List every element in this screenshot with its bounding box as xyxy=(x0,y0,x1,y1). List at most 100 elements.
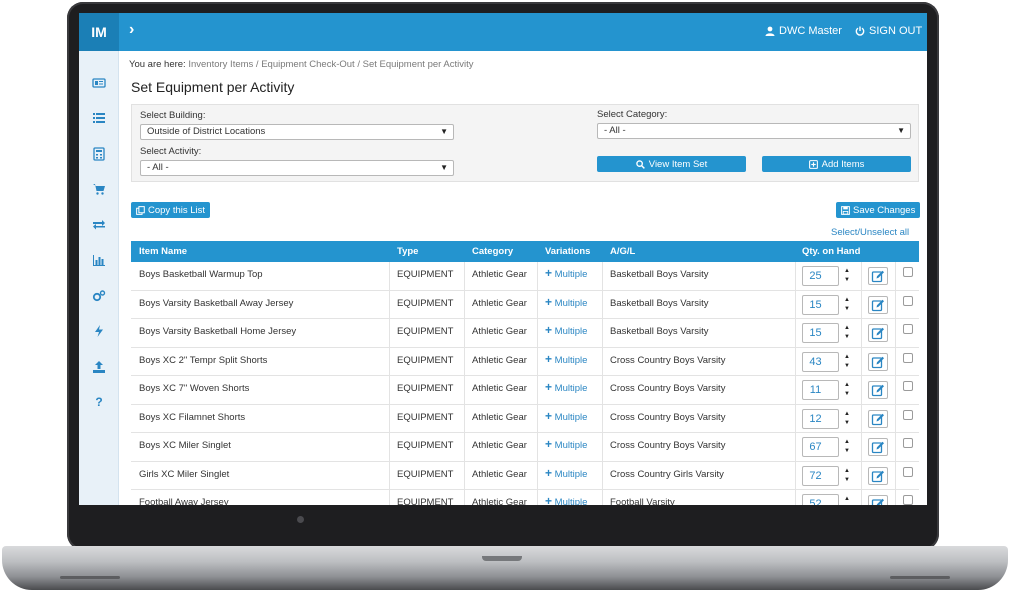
item-name: Boys XC 7" Woven Shorts xyxy=(139,383,250,394)
variations-link[interactable]: + Multiple xyxy=(545,266,587,280)
item-agl: Basketball Boys Varsity xyxy=(610,326,709,337)
column-divider xyxy=(861,376,862,404)
qty-input[interactable]: 15 xyxy=(802,294,839,315)
user-menu[interactable]: DWC Master xyxy=(765,25,842,37)
variations-link[interactable]: + Multiple xyxy=(545,410,587,423)
row-checkbox[interactable] xyxy=(903,438,913,448)
variations-link[interactable]: + Multiple xyxy=(545,438,588,451)
edit-button[interactable] xyxy=(868,466,888,485)
edit-icon xyxy=(871,441,884,454)
select-unselect-all-link[interactable]: Select/Unselect all xyxy=(831,227,909,238)
edit-button[interactable] xyxy=(868,381,888,399)
qty-input[interactable]: 25 xyxy=(802,266,839,286)
item-category: Athletic Gear xyxy=(472,269,527,280)
column-divider xyxy=(895,433,896,461)
edit-button[interactable] xyxy=(868,409,888,428)
header-variations: Variations xyxy=(545,246,591,257)
brand-logo[interactable]: IM xyxy=(79,13,119,51)
row-checkbox[interactable] xyxy=(903,295,913,306)
header-agl: A/G/L xyxy=(610,246,636,257)
qty-stepper[interactable]: ▲▼ xyxy=(842,324,852,342)
column-divider xyxy=(602,262,603,290)
qty-stepper[interactable]: ▲▼ xyxy=(842,353,852,371)
qty-input[interactable]: 72 xyxy=(802,465,839,486)
variations-link[interactable]: + Multiple xyxy=(545,324,587,337)
main-content: You are here: Inventory Items / Equipmen… xyxy=(120,51,927,505)
qty-input[interactable]: 67 xyxy=(802,437,839,457)
variations-link[interactable]: + Multiple xyxy=(545,381,587,394)
qty-stepper[interactable]: ▲▼ xyxy=(842,296,852,314)
qty-input[interactable]: 12 xyxy=(802,408,839,429)
add-items-button[interactable]: Add Items xyxy=(762,156,911,172)
copy-list-button[interactable]: Copy this List xyxy=(131,202,211,218)
breadcrumb-item-inventory[interactable]: Inventory Items xyxy=(188,59,253,70)
row-checkbox[interactable] xyxy=(903,409,913,420)
edit-icon xyxy=(871,299,884,311)
laptop-notch xyxy=(482,556,522,561)
qty-stepper[interactable]: ▲▼ xyxy=(842,267,852,285)
sidebar-toggle-icon[interactable]: › xyxy=(129,21,134,39)
edit-button[interactable] xyxy=(868,295,888,314)
category-select[interactable]: - All - ▼ xyxy=(597,123,911,139)
column-divider xyxy=(537,347,538,375)
variations-link[interactable]: + Multiple xyxy=(545,495,587,505)
sidebar-item-upload-icon[interactable] xyxy=(91,359,107,375)
edit-button[interactable] xyxy=(868,495,888,505)
breadcrumb-item-checkout[interactable]: Equipment Check-Out xyxy=(261,59,354,70)
edit-button[interactable] xyxy=(868,267,888,285)
laptop-foot-left xyxy=(60,576,120,579)
qty-input[interactable]: 15 xyxy=(802,323,839,343)
copy-icon xyxy=(136,205,145,215)
item-name: Boys Varsity Basketball Away Jersey xyxy=(139,297,294,309)
column-divider xyxy=(464,262,465,290)
edit-button[interactable] xyxy=(868,438,888,456)
column-divider xyxy=(861,404,862,432)
item-agl: Football Varsity xyxy=(610,497,675,505)
variations-label: Multiple xyxy=(554,440,588,451)
qty-stepper[interactable]: ▲▼ xyxy=(842,467,852,485)
sidebar-item-list-icon[interactable] xyxy=(91,110,107,126)
edit-button[interactable] xyxy=(868,324,888,342)
row-checkbox[interactable] xyxy=(903,466,913,477)
row-checkbox[interactable] xyxy=(903,267,913,277)
item-category: Athletic Gear xyxy=(472,411,527,423)
sidebar-item-calculator-icon[interactable] xyxy=(91,146,107,162)
qty-stepper[interactable]: ▲▼ xyxy=(842,495,852,505)
edit-icon xyxy=(871,470,884,482)
column-divider xyxy=(602,319,603,347)
activity-select[interactable]: - All - ▼ xyxy=(140,160,454,176)
qty-stepper[interactable]: ▲▼ xyxy=(842,381,852,399)
plus-icon: + xyxy=(545,266,553,280)
breadcrumb-prefix: You are here: xyxy=(129,59,186,70)
column-divider xyxy=(602,376,603,404)
qty-stepper[interactable]: ▲▼ xyxy=(842,410,852,428)
sidebar-item-help-icon[interactable]: ? xyxy=(91,394,107,410)
qty-input[interactable]: 11 xyxy=(802,380,839,400)
sidebar-item-cart-icon[interactable] xyxy=(91,181,107,197)
variations-link[interactable]: + Multiple xyxy=(545,296,587,309)
building-select[interactable]: Outside of District Locations ▼ xyxy=(140,124,454,140)
sidebar-item-id-card-icon[interactable] xyxy=(91,75,107,91)
variations-link[interactable]: + Multiple xyxy=(545,353,587,366)
sidebar-item-bar-chart-icon[interactable] xyxy=(91,252,107,268)
column-divider xyxy=(464,490,465,505)
save-changes-button[interactable]: Save Changes xyxy=(836,202,921,218)
edit-button[interactable] xyxy=(868,352,888,371)
qty-input[interactable]: 43 xyxy=(802,351,839,372)
row-checkbox[interactable] xyxy=(903,324,913,334)
sidebar-item-transfer-icon[interactable] xyxy=(91,217,107,233)
sidebar-item-settings-icon[interactable] xyxy=(91,288,107,304)
row-checkbox[interactable] xyxy=(903,352,913,363)
column-divider xyxy=(795,404,796,432)
row-checkbox[interactable] xyxy=(903,495,913,505)
column-divider xyxy=(895,490,896,505)
sign-out-button[interactable]: SIGN OUT xyxy=(855,25,922,37)
variations-link[interactable]: + Multiple xyxy=(545,467,587,480)
edit-icon xyxy=(871,327,884,340)
sidebar-item-bolt-icon[interactable] xyxy=(91,323,107,339)
column-divider xyxy=(895,319,896,347)
qty-input[interactable]: 52 xyxy=(802,494,839,505)
view-item-set-button[interactable]: View Item Set xyxy=(597,156,746,172)
qty-stepper[interactable]: ▲▼ xyxy=(842,438,852,456)
row-checkbox[interactable] xyxy=(903,381,913,391)
